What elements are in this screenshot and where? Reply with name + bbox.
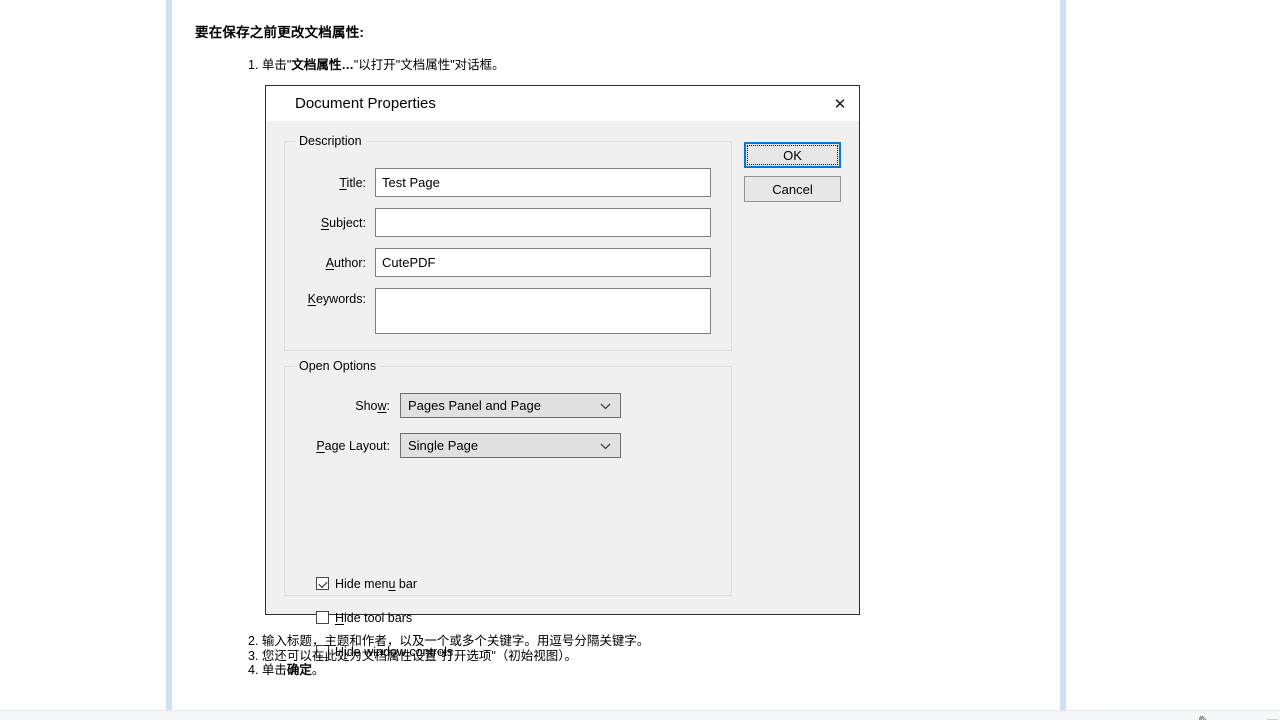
subject-field[interactable] (375, 208, 711, 237)
doc-step-3: 3. 您还可以在此处为文档属性设置"打开选项"（初始视图）。 (248, 649, 649, 664)
title-field[interactable] (375, 168, 711, 197)
title-label: Title: (286, 168, 366, 197)
subject-label: Subject: (286, 208, 366, 237)
ok-button[interactable]: OK (744, 142, 841, 168)
close-icon[interactable]: ✕ (824, 86, 856, 121)
open-options-legend: Open Options (295, 359, 380, 374)
hide-menu-bar-label: Hide menu bar (335, 577, 417, 591)
page-left-border (166, 0, 172, 710)
hide-tool-bars-checkbox-row[interactable]: Hide tool bars (316, 610, 412, 625)
keywords-label: Keywords: (286, 291, 366, 307)
page-layout-dropdown-value: Single Page (408, 438, 478, 453)
bottom-bar: ✎ 〰 ▭ (0, 710, 1280, 720)
author-label: Author: (286, 248, 366, 277)
document-properties-dialog: Document Properties ✕ Description Title:… (265, 85, 860, 615)
keywords-field[interactable] (375, 288, 711, 334)
step1-text: 1. 单击" (248, 58, 291, 72)
chevron-down-icon (600, 403, 611, 410)
panel-icon[interactable]: ▭ (1266, 713, 1279, 720)
scribble-icon[interactable]: 〰 (1237, 713, 1251, 720)
hide-tool-bars-label: Hide tool bars (335, 611, 412, 625)
pen-icon[interactable]: ✎ (1198, 713, 1210, 720)
hide-menu-bar-checkbox[interactable] (316, 577, 329, 590)
doc-heading: 要在保存之前更改文档属性: (195, 21, 364, 41)
description-legend: Description (295, 134, 366, 149)
author-field[interactable] (375, 248, 711, 277)
doc-step-2: 2. 输入标题，主题和作者，以及一个或多个关键字。用逗号分隔关键字。 (248, 634, 649, 649)
page-layout-dropdown[interactable]: Single Page (400, 433, 621, 458)
show-dropdown-value: Pages Panel and Page (408, 398, 541, 413)
hide-tool-bars-checkbox[interactable] (316, 611, 329, 624)
show-label: Show: (286, 393, 390, 418)
doc-step-4: 4. 单击确定。 (248, 663, 649, 678)
step1-text-tail: "以打开"文档属性"对话框。 (354, 58, 505, 72)
hide-menu-bar-checkbox-row[interactable]: Hide menu bar (316, 576, 417, 591)
dialog-title: Document Properties (295, 86, 436, 121)
chevron-down-icon (600, 443, 611, 450)
doc-step-1: 1. 单击"文档属性…"以打开"文档属性"对话框。 (248, 54, 505, 73)
cancel-button[interactable]: Cancel (744, 176, 841, 202)
show-dropdown[interactable]: Pages Panel and Page (400, 393, 621, 418)
dialog-titlebar: Document Properties ✕ (266, 86, 859, 121)
step1-bold-text: 文档属性… (291, 58, 354, 72)
page-right-border (1060, 0, 1066, 710)
doc-steps: 2. 输入标题，主题和作者，以及一个或多个关键字。用逗号分隔关键字。 3. 您还… (248, 634, 649, 678)
page-layout-label: Page Layout: (286, 433, 390, 458)
